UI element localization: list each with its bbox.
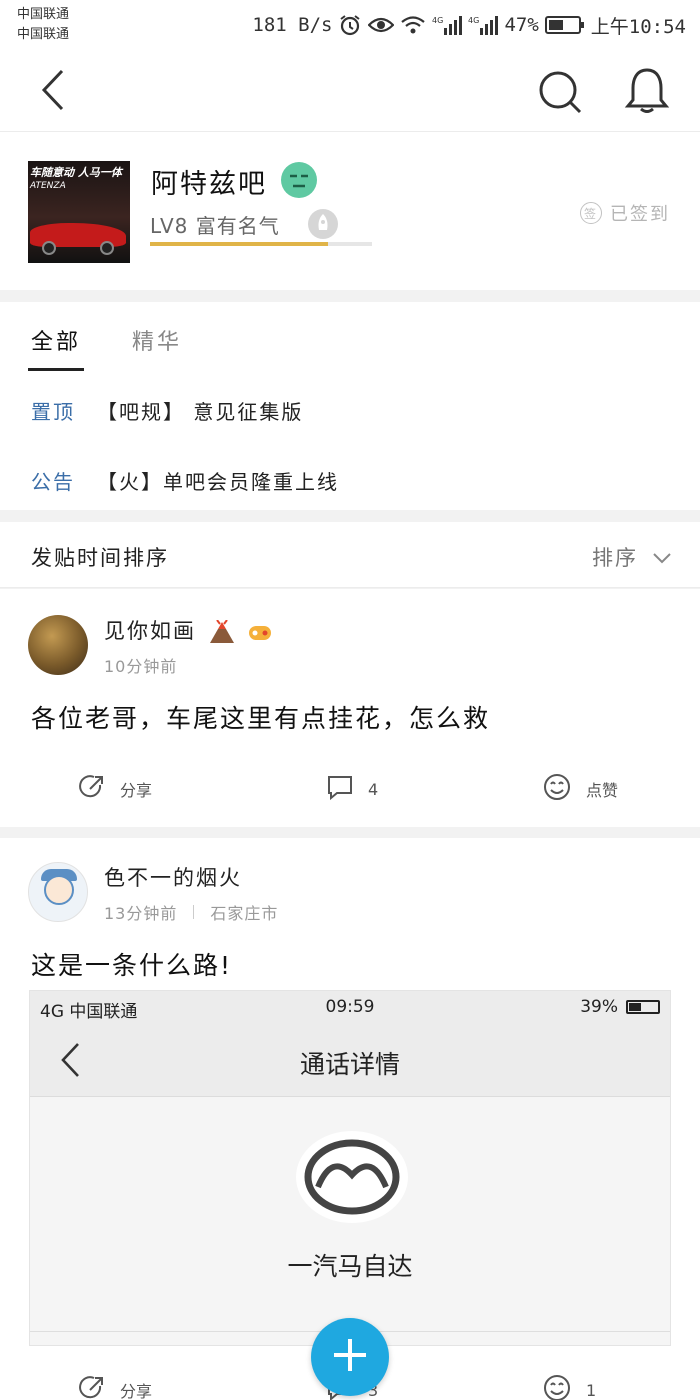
battery-icon <box>626 1000 660 1014</box>
car-wheel <box>42 241 56 255</box>
forum-logo[interactable]: 车随意动 人马一体 ATENZA <box>28 161 130 263</box>
forum-level: LV8 富有名气 <box>150 214 280 238</box>
post-author[interactable]: 见你如画 <box>104 615 273 645</box>
post-time: 10分钟前 <box>104 657 178 676</box>
avatar[interactable] <box>28 862 88 922</box>
pinned-tag: 置顶 <box>31 400 75 424</box>
author-name: 见你如画 <box>104 619 196 643</box>
signin-icon: 签 <box>580 202 602 224</box>
svg-text:4G: 4G <box>468 16 479 25</box>
share-button[interactable]: 分享 <box>78 1370 152 1400</box>
forum-header: 车随意动 人马一体 ATENZA 阿特兹吧 LV8 富有名气 签 已签到 <box>0 132 700 290</box>
post-card[interactable]: 色不一的烟火 13分钟前 石家庄市 这是一条什么路! 4G 中国联通 09:59… <box>0 838 700 1400</box>
plus-icon <box>331 1336 369 1378</box>
emoji-icon <box>281 162 317 198</box>
svg-text:4G: 4G <box>432 16 443 25</box>
post-location: 石家庄市 <box>210 904 279 923</box>
tab-all[interactable]: 全部 <box>31 324 81 356</box>
announcement-title: 【火】单吧会员隆重上线 <box>97 470 339 494</box>
signal-icon-1: 4G <box>432 14 463 36</box>
sort-row: 发贴时间排序 排序 <box>0 522 700 588</box>
status-right: 181 B/s 4G 4G 47% 上午10:54 <box>252 10 686 40</box>
post-image[interactable]: 4G 中国联通 09:59 39% 通话详情 一汽马自达 <box>29 990 671 1346</box>
like-button[interactable]: 1 <box>542 1370 596 1400</box>
embedded-nav: 通话详情 <box>30 1025 670 1097</box>
car-wheel <box>100 241 114 255</box>
comment-button[interactable]: 4 <box>326 769 378 809</box>
tabs-block: 全部 精华 置顶 【吧规】 意见征集版 公告 【火】单吧会员隆重上线 <box>0 302 700 510</box>
level-progress-bar <box>150 242 372 246</box>
pinned-title: 【吧规】 意见征集版 <box>97 400 304 424</box>
post-actions: 分享 4 点赞 <box>0 769 700 809</box>
sort-title: 发贴时间排序 <box>31 546 169 570</box>
level-progress-fill <box>150 242 328 246</box>
tab-essence[interactable]: 精华 <box>132 324 182 356</box>
logo-text: 车随意动 人马一体 <box>30 166 122 179</box>
rocket-icon <box>308 209 338 239</box>
tab-active-indicator <box>28 368 84 371</box>
chevron-down-icon <box>652 545 672 569</box>
avatar[interactable] <box>28 615 88 675</box>
battery-percent: 47% <box>504 14 539 36</box>
pinned-row[interactable]: 置顶 【吧规】 意见征集版 <box>31 396 303 425</box>
carrier-1: 中国联通 <box>17 7 70 22</box>
like-button[interactable]: 点赞 <box>542 769 618 809</box>
embedded-battery: 39% <box>580 997 660 1017</box>
gamepad-badge-icon <box>247 620 273 644</box>
announcement-tag: 公告 <box>31 470 75 494</box>
eye-icon <box>368 15 395 35</box>
like-icon <box>542 1374 572 1400</box>
sort-button[interactable]: 排序 <box>592 542 672 572</box>
volcano-badge-icon <box>209 619 235 644</box>
nav-bar <box>0 50 700 132</box>
wifi-icon <box>400 15 426 35</box>
new-post-button[interactable] <box>311 1318 389 1396</box>
signal-icon-2: 4G <box>468 14 499 36</box>
embedded-status-bar: 4G 中国联通 09:59 39% <box>30 991 670 1025</box>
embedded-title: 通话详情 <box>299 1050 400 1079</box>
logo-subtext: ATENZA <box>30 181 66 191</box>
post-title[interactable]: 各位老哥，车尾这里有点挂花，怎么救 <box>31 699 490 735</box>
share-icon <box>78 1374 106 1400</box>
comment-count: 4 <box>368 779 379 799</box>
embedded-contact-name: 一汽马自达 <box>287 1252 413 1281</box>
post-meta: 13分钟前 石家庄市 <box>104 900 278 924</box>
clock: 上午10:54 <box>590 15 686 38</box>
bell-icon[interactable] <box>624 66 670 114</box>
back-icon[interactable] <box>36 68 76 112</box>
share-button[interactable]: 分享 <box>78 769 152 809</box>
like-icon <box>542 773 572 805</box>
alarm-icon <box>338 13 362 37</box>
like-count: 1 <box>586 1380 597 1400</box>
meta-divider <box>193 905 195 919</box>
battery-icon <box>544 15 585 35</box>
forum-name: 阿特兹吧 <box>151 169 267 200</box>
signin-label: 已签到 <box>610 204 670 225</box>
like-label: 点赞 <box>586 781 619 800</box>
post-time: 13分钟前 <box>104 904 178 923</box>
carrier-2: 中国联通 <box>17 27 70 42</box>
status-bar: 中国联通 中国联通 181 B/s 4G 4G 47% 上午10:54 <box>0 0 700 50</box>
post-meta: 10分钟前 <box>104 653 177 677</box>
post-author[interactable]: 色不一的烟火 <box>104 862 242 892</box>
post-title[interactable]: 这是一条什么路! <box>31 946 232 982</box>
comment-icon <box>326 773 354 805</box>
signin-button[interactable]: 签 已签到 <box>580 200 670 226</box>
search-icon[interactable] <box>536 68 584 116</box>
share-label: 分享 <box>120 1382 153 1400</box>
share-label: 分享 <box>120 781 153 800</box>
embedded-time: 09:59 <box>325 997 375 1017</box>
sort-label: 排序 <box>592 546 638 570</box>
share-icon <box>78 773 106 805</box>
embedded-battery-percent: 39% <box>580 997 618 1017</box>
post-card[interactable]: 见你如画 10分钟前 各位老哥，车尾这里有点挂花，怎么救 分享 4 点赞 <box>0 589 700 827</box>
announcement-row[interactable]: 公告 【火】单吧会员隆重上线 <box>31 466 339 495</box>
mazda-logo-icon <box>296 1131 408 1223</box>
net-speed: 181 B/s <box>252 14 333 36</box>
carrier-names: 中国联通 中国联通 <box>17 5 69 45</box>
avatar-face <box>44 875 74 905</box>
